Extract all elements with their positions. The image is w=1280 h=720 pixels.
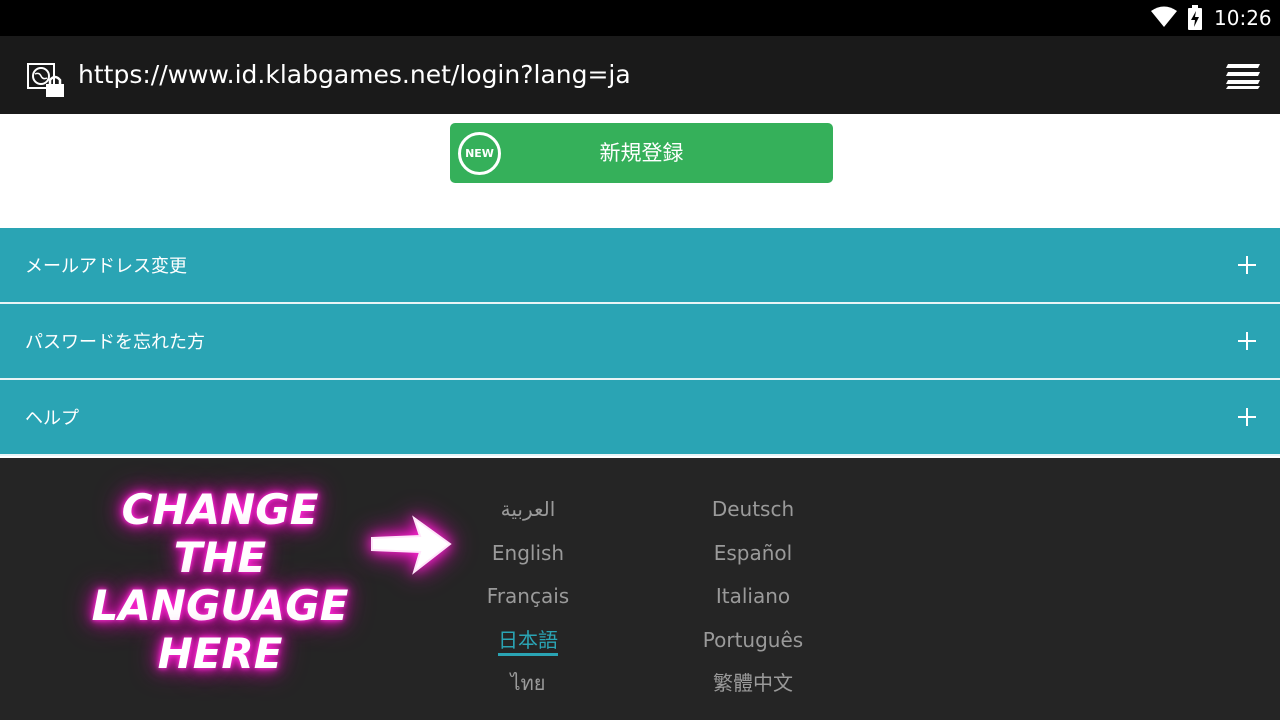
accordion: メールアドレス変更 パスワードを忘れた方 ヘルプ xyxy=(0,228,1280,456)
language-option-thai[interactable]: ไทย xyxy=(408,669,648,697)
url-text[interactable]: https://www.id.klabgames.net/login?lang=… xyxy=(78,58,631,92)
annotation-line: LANGUAGE xyxy=(91,581,349,630)
annotation-line: HERE xyxy=(157,629,283,678)
content-area: 新規登録 NEW xyxy=(0,114,1280,228)
accordion-item-forgot-password[interactable]: パスワードを忘れた方 xyxy=(0,304,1280,380)
status-bar: 10:26 xyxy=(0,0,1280,36)
address-bar: https://www.id.klabgames.net/login?lang=… xyxy=(0,36,1280,114)
annotation-line: CHANGE THE xyxy=(121,485,319,582)
language-option-spanish[interactable]: Español xyxy=(633,539,873,567)
register-button[interactable]: 新規登録 NEW xyxy=(450,123,833,183)
language-option-japanese-selected[interactable]: 日本語 xyxy=(408,626,648,656)
language-option-german[interactable]: Deutsch xyxy=(633,495,873,523)
accordion-label: ヘルプ xyxy=(25,408,79,429)
annotation-overlay: CHANGE THE LANGUAGE HERE xyxy=(70,486,370,678)
language-option-italian[interactable]: Italiano xyxy=(633,582,873,610)
language-option-traditional-chinese[interactable]: 繁體中文 xyxy=(633,669,873,697)
new-badge-icon: NEW xyxy=(458,132,501,175)
accordion-item-help[interactable]: ヘルプ xyxy=(0,380,1280,456)
plus-icon xyxy=(1238,256,1256,274)
register-button-label: 新規登録 xyxy=(599,141,684,165)
language-option-portuguese[interactable]: Português xyxy=(633,626,873,654)
wifi-icon xyxy=(1151,6,1177,27)
battery-charging-icon xyxy=(1188,5,1202,30)
plus-icon xyxy=(1238,332,1256,350)
language-footer: CHANGE THE LANGUAGE HERE العربية English… xyxy=(0,458,1280,720)
language-option-arabic[interactable]: العربية xyxy=(408,495,648,523)
menu-stack-icon xyxy=(1226,64,1260,89)
secure-site-lock-icon xyxy=(27,63,64,97)
accordion-label: パスワードを忘れた方 xyxy=(25,332,205,353)
status-clock: 10:26 xyxy=(1214,6,1272,30)
menu-button[interactable] xyxy=(1222,58,1266,94)
accordion-label: メールアドレス変更 xyxy=(25,256,187,277)
language-option-french[interactable]: Français xyxy=(408,582,648,610)
accordion-item-change-email[interactable]: メールアドレス変更 xyxy=(0,228,1280,304)
language-option-english[interactable]: English xyxy=(408,539,648,567)
plus-icon xyxy=(1238,408,1256,426)
